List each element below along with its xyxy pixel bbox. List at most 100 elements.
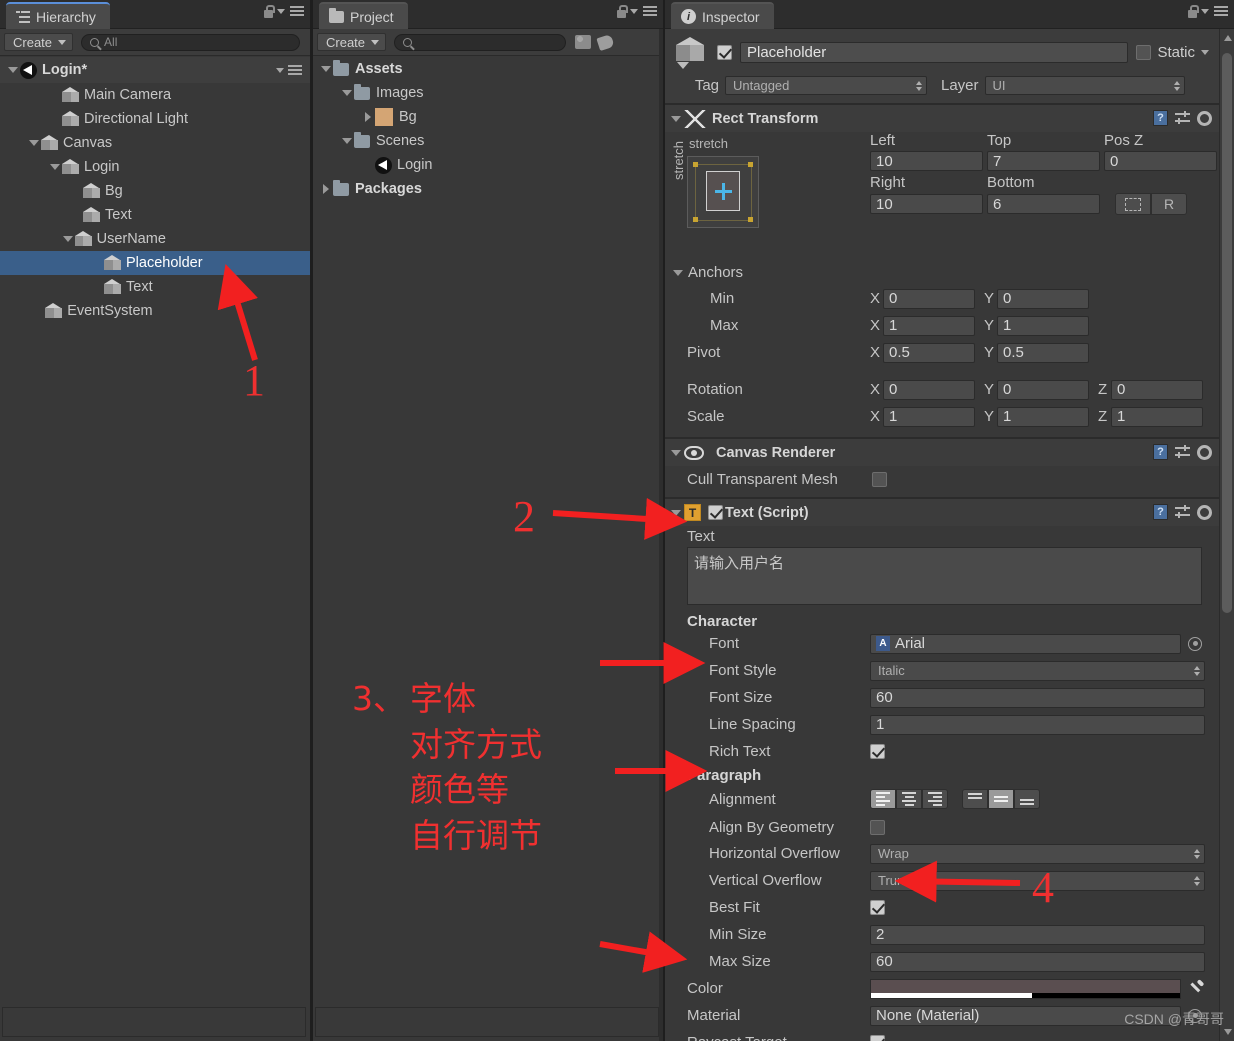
- hierarchy-create-button[interactable]: Create: [4, 33, 74, 51]
- search-by-label-button[interactable]: [594, 32, 616, 52]
- anchor-min-x-input[interactable]: 0: [883, 288, 975, 309]
- gear-icon[interactable]: [1197, 504, 1212, 520]
- text-script-enabled-checkbox[interactable]: [708, 505, 723, 520]
- tree-row[interactable]: Assets: [313, 57, 663, 81]
- scale-y-input[interactable]: 1: [997, 406, 1089, 427]
- anchor-max-x-input[interactable]: 1: [883, 315, 975, 336]
- rect-transform-header[interactable]: Rect Transform ?: [665, 104, 1219, 132]
- tree-row[interactable]: Bg: [0, 179, 310, 203]
- anchors-foldout[interactable]: [673, 269, 683, 276]
- max-size-input[interactable]: 60: [870, 951, 1205, 972]
- raw-edit-mode-button[interactable]: R: [1151, 193, 1187, 215]
- help-icon[interactable]: ?: [1153, 444, 1168, 460]
- text-script-header[interactable]: T Text (Script) ?: [665, 498, 1219, 526]
- align-top-button[interactable]: [962, 789, 988, 809]
- right-input[interactable]: 10: [870, 194, 983, 214]
- tree-row[interactable]: Login: [313, 153, 663, 177]
- search-by-type-button[interactable]: [572, 32, 594, 52]
- project-search-input[interactable]: [394, 33, 567, 51]
- tree-row[interactable]: UserName: [0, 227, 310, 251]
- panel-menu-icon[interactable]: [290, 6, 304, 17]
- text-script-foldout[interactable]: [671, 509, 681, 516]
- chevron-down-icon[interactable]: [1201, 9, 1209, 14]
- lock-icon[interactable]: [1187, 5, 1199, 18]
- tree-twisty[interactable]: [319, 66, 333, 72]
- font-size-input[interactable]: 60: [870, 687, 1205, 708]
- tree-twisty[interactable]: [340, 90, 354, 96]
- chevron-down-icon[interactable]: [630, 9, 638, 14]
- hierarchy-scene-row[interactable]: Login*: [0, 57, 310, 83]
- preset-icon[interactable]: [1175, 111, 1190, 125]
- gameobject-name-input[interactable]: Placeholder: [740, 41, 1129, 63]
- layer-dropdown[interactable]: UI: [984, 76, 1185, 95]
- font-style-dropdown[interactable]: Italic: [870, 660, 1205, 681]
- rotation-y-input[interactable]: 0: [997, 379, 1089, 400]
- tree-row[interactable]: Directional Light: [0, 107, 310, 131]
- scene-twisty[interactable]: [6, 67, 20, 73]
- anchors-foldout-row[interactable]: Anchors: [665, 260, 1219, 285]
- scene-menu-icon[interactable]: [288, 64, 302, 76]
- horizontal-overflow-dropdown[interactable]: Wrap: [870, 843, 1205, 864]
- raycast-target-checkbox[interactable]: [870, 1035, 885, 1041]
- tree-twisty[interactable]: [361, 112, 375, 122]
- tree-row[interactable]: Placeholder: [0, 251, 310, 275]
- tag-dropdown[interactable]: Untagged: [725, 76, 927, 95]
- align-right-button[interactable]: [922, 789, 948, 809]
- tree-row[interactable]: Text: [0, 275, 310, 299]
- preset-icon[interactable]: [1175, 505, 1190, 519]
- lock-icon[interactable]: [616, 5, 628, 18]
- chevron-down-icon[interactable]: [1201, 49, 1209, 55]
- anchor-min-y-input[interactable]: 0: [997, 288, 1089, 309]
- posz-input[interactable]: 0: [1104, 151, 1217, 171]
- tree-row[interactable]: EventSystem: [0, 299, 310, 323]
- panel-menu-icon[interactable]: [643, 6, 657, 17]
- tab-hierarchy[interactable]: Hierarchy: [6, 2, 110, 29]
- rich-text-checkbox[interactable]: [870, 744, 885, 759]
- anchor-preset-button[interactable]: [687, 156, 759, 228]
- canvas-renderer-foldout[interactable]: [671, 449, 681, 456]
- scale-x-input[interactable]: 1: [883, 406, 975, 427]
- align-middle-button[interactable]: [988, 789, 1014, 809]
- tree-row[interactable]: Packages: [313, 177, 663, 201]
- scroll-up-arrow-icon[interactable]: [1224, 35, 1232, 41]
- canvas-renderer-header[interactable]: Canvas Renderer ?: [665, 438, 1219, 466]
- rect-transform-foldout[interactable]: [671, 115, 681, 122]
- align-left-button[interactable]: [870, 789, 896, 809]
- preset-icon[interactable]: [1175, 445, 1190, 459]
- blueprint-mode-button[interactable]: [1115, 193, 1151, 215]
- chevron-down-icon[interactable]: [277, 9, 285, 14]
- eyedropper-icon[interactable]: [1190, 981, 1204, 997]
- hierarchy-search-input[interactable]: All: [81, 33, 300, 51]
- tree-row[interactable]: Main Camera: [0, 83, 310, 107]
- object-picker-icon[interactable]: [1188, 636, 1202, 651]
- project-create-button[interactable]: Create: [317, 33, 387, 51]
- tree-row[interactable]: Scenes: [313, 129, 663, 153]
- font-object-field[interactable]: A Arial: [870, 633, 1181, 654]
- best-fit-checkbox[interactable]: [870, 900, 885, 915]
- tab-project[interactable]: Project: [319, 2, 408, 29]
- help-icon[interactable]: ?: [1153, 110, 1168, 126]
- tree-twisty[interactable]: [61, 236, 75, 242]
- tree-row[interactable]: Canvas: [0, 131, 310, 155]
- scale-z-input[interactable]: 1: [1111, 406, 1203, 427]
- top-input[interactable]: 7: [987, 151, 1100, 171]
- rotation-z-input[interactable]: 0: [1111, 379, 1203, 400]
- pivot-y-input[interactable]: 0.5: [997, 342, 1089, 363]
- tree-twisty[interactable]: [48, 164, 62, 170]
- anchor-max-y-input[interactable]: 1: [997, 315, 1089, 336]
- color-swatch-field[interactable]: [870, 978, 1181, 999]
- tree-twisty[interactable]: [27, 140, 41, 146]
- gear-icon[interactable]: [1197, 110, 1212, 126]
- scroll-down-arrow-icon[interactable]: [1224, 1029, 1232, 1035]
- static-toggle[interactable]: Static: [1136, 44, 1211, 61]
- align-bottom-button[interactable]: [1014, 789, 1040, 809]
- pivot-x-input[interactable]: 0.5: [883, 342, 975, 363]
- tree-row[interactable]: Images: [313, 81, 663, 105]
- gameobject-active-checkbox[interactable]: [717, 44, 732, 60]
- min-size-input[interactable]: 2: [870, 924, 1205, 945]
- inspector-scrollbar[interactable]: [1219, 29, 1234, 1041]
- help-icon[interactable]: ?: [1153, 504, 1168, 520]
- scrollbar-thumb[interactable]: [1222, 53, 1232, 613]
- tree-row[interactable]: Text: [0, 203, 310, 227]
- line-spacing-input[interactable]: 1: [870, 714, 1205, 735]
